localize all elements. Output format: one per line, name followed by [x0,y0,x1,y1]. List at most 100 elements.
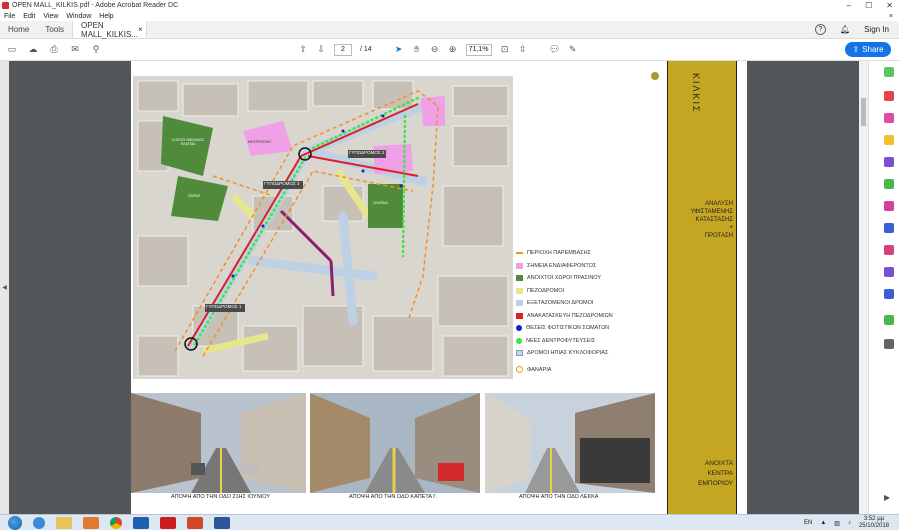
organize-icon[interactable] [884,179,894,189]
title-bar: OPEN MALL_KILKIS.pdf - Adobe Acrobat Rea… [0,0,899,11]
map-label-green-2: ΠΑΡΚΟ [188,194,201,198]
legend-item: ΝΕΕΣ ΔΕΝΤΡΟΦΥΤΕΥΣΕΙΣ [516,335,646,348]
combine-icon[interactable] [884,157,894,167]
tab-tools[interactable]: Tools [37,21,72,38]
map-label-street-c: ΓΥΠΟΔΡΟΜΟΣ 1 [206,304,242,309]
cursor-icon[interactable]: ➤ [394,44,404,55]
scroll-mode-icon[interactable]: ⇳ [518,44,528,55]
map-label-street-b: ΓΥΠΟΔΡΟΜΟΣ 3 [264,181,300,186]
legend-item: ΣΗΜΕΙΑ ΕΝΔΙΑΦΕΡΟΝΤΟΣ [516,260,646,273]
tab-document-label: OPEN MALL_KILKIS... [81,20,138,39]
export-pdf-icon[interactable] [884,67,894,77]
map-label-poi: ΜΗΤΡΟΠΟΛΗ [248,140,271,144]
menu-help[interactable]: Help [99,13,113,20]
pen-icon[interactable]: ✎ [568,44,578,55]
vertical-scrollbar[interactable] [859,61,868,514]
tray-arrow-icon[interactable]: ▲ [820,520,826,526]
upload-icon[interactable]: ☁ [28,44,38,55]
maximize-button[interactable]: ☐ [865,1,872,10]
taskbar: EN ▲ ▥ ♪ 3:52 μμ 25/10/2018 [0,514,899,530]
legend-swatch [516,275,523,282]
panel-title: ΚΙΛΚΙΣ [691,73,701,114]
protect-icon[interactable] [884,223,894,233]
bell-icon[interactable]: 🔔︎ [840,25,850,34]
outlook-icon[interactable] [133,516,149,529]
edit-pdf-icon[interactable] [884,113,894,123]
tab-close-icon[interactable]: × [138,25,143,34]
page-number-input[interactable]: 2 [334,43,352,56]
tab-document[interactable]: OPEN MALL_KILKIS... × [72,20,148,39]
decor-dot [651,72,659,80]
legend-swatch [516,300,523,307]
legend-swatch [516,366,523,374]
street-photo-1 [131,393,306,493]
page-total: / 14 [360,46,372,53]
map-label-green-1: Ο ΑΓΙΟΣ ΝΙΚΟΛΑΟΣ ΠΛΑΤΕΙΑ [171,138,205,146]
photo-caption-3: ΑΠΟΨΗ ΑΠΟ ΤΗΝ ΟΔΟ ΛΕΚΚΑ [519,494,599,500]
zoom-in-icon[interactable]: ⊕ [448,44,458,55]
save-icon[interactable]: ▭ [7,44,17,55]
create-pdf-icon[interactable] [884,91,894,101]
document-viewport[interactable]: ΓΥΠΟΔΡΟΜΟΣ 2 ΓΥΠΟΔΡΟΜΟΣ 3 ΓΥΠΟΔΡΟΜΟΣ 1 Ο… [9,61,866,514]
word-icon[interactable] [214,516,230,529]
legend-item: ΘΕΣΕΙΣ ΦΩΤΙΣΤΙΚΩΝ ΣΩΜΑΤΩΝ [516,322,646,335]
acrobat-icon [2,2,9,9]
zoom-input[interactable]: 71,1% [465,43,492,56]
menu-view[interactable]: View [43,13,58,20]
help-icon[interactable]: ? [814,24,826,35]
scrollbar-thumb[interactable] [861,98,866,126]
comment-tool-icon[interactable] [884,135,894,145]
sign-in-button[interactable]: Sign In [864,25,889,34]
share-button[interactable]: ⇪ Share [845,42,891,57]
share-tool-icon[interactable] [884,315,894,325]
street-photo-2 [310,393,480,493]
legend-swatch [516,312,523,319]
powerpoint-icon[interactable] [187,516,203,529]
certificates-icon[interactable] [884,289,894,299]
prev-page-icon[interactable]: ⇧ [298,44,308,55]
explorer-icon[interactable] [56,516,72,529]
zoom-out-icon[interactable]: ⊖ [430,44,440,55]
clock[interactable]: 3:52 μμ 25/10/2018 [859,516,889,530]
main-toolbar: ▭ ☁ ⎙ ✉ ⚲ ⇧ ⇩ 2 / 14 ➤ ✋︎ ⊖ ⊕ 71,1% ⊡ ⇳ … [0,39,899,61]
volume-icon[interactable]: ♪ [848,520,851,526]
more-tools-icon[interactable] [884,339,894,349]
expand-panel-icon[interactable]: ▶ [884,493,890,502]
menu-window[interactable]: Window [66,13,91,20]
fit-page-icon[interactable]: ⊡ [500,44,510,55]
left-panel-toggle-icon[interactable]: ◀ [0,61,9,514]
hand-icon[interactable]: ✋︎ [412,44,422,55]
window-title: OPEN MALL_KILKIS.pdf - Adobe Acrobat Rea… [12,2,179,9]
panel-subtitle: ΑΝΑΛΥΣΗ ΥΦΙΣΤΑΜΕΝΗΣ ΚΑΤΑΣΤΑΣΗΣ + ΠΡΟΤΑΣΗ [690,201,733,239]
network-icon[interactable]: ▥ [834,520,840,527]
legend-item: ΑΝΟΙΧΤΟΙ ΧΩΡΟΙ ΠΡΑΣΙΝΟΥ [516,272,646,285]
minimize-button[interactable]: – [847,1,851,10]
panel-divider [736,61,737,514]
photo-caption-1: ΑΠΟΨΗ ΑΠΟ ΤΗΝ ΟΔΟ 21ΗΣ ΙΟΥΝΙΟΥ [171,494,270,500]
comment-icon[interactable]: 💬︎ [549,44,560,55]
panel-footer: ΑΝΟΙΧΤΑ ΚΕΝΤΡΑ ΕΜΠΟΡΙΟΥ [698,460,733,487]
search-icon[interactable]: ⚲ [91,44,101,55]
acrobat-taskbar-icon[interactable] [160,516,176,529]
legend-item: ΕΞΕΤΑΖΟΜΕΝΟΙ ΔΡΟΜΟΙ [516,297,646,310]
share-icon: ⇪ [852,45,860,54]
close-button[interactable]: ✕ [886,1,893,10]
start-button[interactable] [8,515,22,530]
close-menu-icon[interactable]: × [889,13,899,20]
chrome-icon[interactable] [110,516,122,529]
legend-item: ΦΑΝΑΡΙΑ [516,364,646,377]
media-icon[interactable] [83,516,99,529]
legend-swatch [516,262,523,269]
fill-sign-icon[interactable] [884,201,894,211]
menu-file[interactable]: File [4,13,15,20]
send-icon[interactable] [884,245,894,255]
sign-icon[interactable] [884,267,894,277]
tab-home[interactable]: Home [0,21,37,38]
ie-icon[interactable] [33,516,45,529]
menu-edit[interactable]: Edit [23,13,35,20]
print-icon[interactable]: ⎙ [49,44,59,55]
title-panel [668,61,736,514]
language-indicator[interactable]: EN [804,520,812,526]
email-icon[interactable]: ✉ [70,44,80,55]
next-page-icon[interactable]: ⇩ [316,44,326,55]
